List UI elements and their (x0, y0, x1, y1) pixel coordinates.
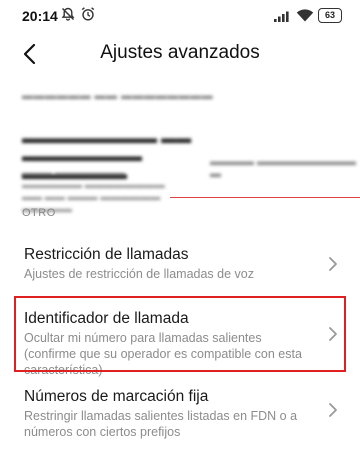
chevron-right-icon (326, 254, 340, 274)
row-title: Números de marcación fija (24, 388, 209, 405)
row-description: Restringir llamadas salientes listadas e… (24, 409, 298, 439)
divider-line (170, 197, 360, 198)
status-bar: 20:14 63 (0, 0, 360, 28)
chevron-right-icon (326, 400, 340, 420)
muted-bell-icon (60, 6, 76, 27)
app-bar: Ajustes avanzados (0, 30, 360, 76)
battery-icon: 63 (318, 8, 342, 23)
status-time: 20:14 (22, 8, 58, 24)
highlight-box (14, 296, 346, 372)
row-description: Ajustes de restricción de llamadas de vo… (24, 267, 254, 281)
row-title: Restricción de llamadas (24, 246, 189, 263)
redacted-setting-value: ▬▬▬▬ ▬▬▬▬▬▬▬▬▬ ▬ (210, 156, 357, 180)
fixed-dialing-row[interactable]: Números de marcación fija Restringir lla… (0, 378, 360, 448)
signal-icon (274, 9, 292, 27)
alarm-clock-icon (80, 6, 96, 27)
redacted-section-title: ▬▬▬▬▬▬ ▬▬ ▬▬▬▬▬▬▬▬ (22, 90, 214, 102)
page-title: Ajustes avanzados (100, 42, 260, 63)
call-barring-row[interactable]: Restricción de llamadas Ajustes de restr… (0, 234, 360, 296)
section-header: OTRO (22, 207, 56, 219)
wifi-icon (296, 8, 314, 27)
